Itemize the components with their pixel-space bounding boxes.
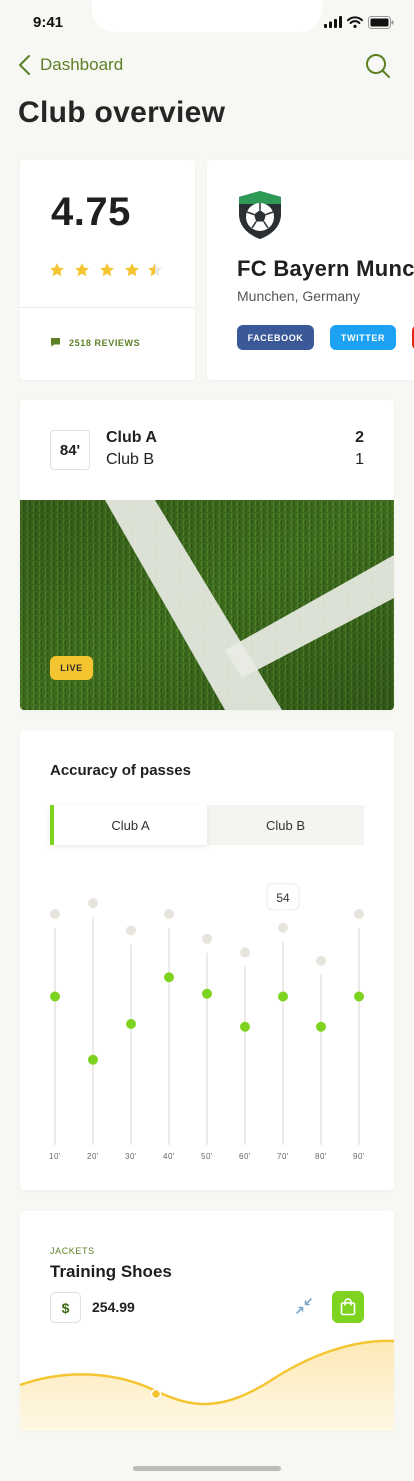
star-icon (75, 263, 89, 277)
team-a-score: 2 (355, 429, 364, 446)
team-b-name: Club B (106, 451, 155, 468)
chart-point-club-a (88, 1054, 98, 1065)
reviews-link[interactable]: 2518 REVIEWS (50, 337, 140, 348)
team-b-score: 1 (355, 451, 364, 468)
x-tick-label: 90' (353, 1152, 365, 1161)
chart-point-club-b (278, 922, 288, 933)
status-bar: 9:41 (0, 0, 414, 44)
nav-bar: Dashboard (0, 48, 414, 88)
signal-icon (324, 16, 342, 28)
chevron-left-icon (19, 55, 30, 75)
chart-point-club-b (126, 925, 136, 936)
star-rating (50, 263, 162, 277)
half-star-icon (148, 263, 162, 277)
status-time: 9:41 (33, 14, 64, 31)
chart-point-club-b (50, 909, 60, 919)
passes-chart-card: Accuracy of passes Club A Club B 10' 20' 3… (20, 730, 394, 1190)
star-icon (100, 263, 114, 277)
rating-card: 4.75 2518 REVIEWS (20, 160, 195, 380)
x-tick-label: 10' (49, 1152, 61, 1161)
x-tick-label: 50' (201, 1152, 213, 1161)
match-card[interactable]: 84' Club A Club B 2 1 LIVE (20, 400, 394, 710)
club-logo (239, 191, 281, 239)
chart-point-club-b (202, 933, 212, 944)
chart-point-club-b (354, 909, 364, 919)
star-icon (125, 263, 139, 277)
x-tick-label: 20' (87, 1152, 99, 1161)
product-card: JACKETS Training Shoes $ 254.99 (20, 1211, 394, 1431)
status-icons (324, 15, 394, 29)
tooltip-value: 54 (276, 891, 290, 905)
chart-point-club-a (126, 1019, 136, 1029)
tooltip-arrow (278, 909, 288, 915)
x-tick-label: 60' (239, 1152, 251, 1161)
product-category: JACKETS (50, 1246, 95, 1256)
collapse-button[interactable] (295, 1297, 313, 1320)
passes-chart: 10' 20' 30' 40' 50' 60' 70' 80' 90' 54 (49, 883, 365, 1161)
chart-point-club-b (240, 947, 250, 958)
wifi-icon (347, 16, 363, 28)
product-price: 254.99 (92, 1299, 135, 1315)
back-button[interactable]: Dashboard (18, 54, 123, 76)
back-label: Dashboard (40, 55, 124, 74)
x-tick-label: 80' (315, 1152, 327, 1161)
facebook-button[interactable]: FACEBOOK (237, 325, 314, 350)
collapse-arrows-icon (296, 1298, 312, 1314)
club-name: FC Bayern Munchen (237, 256, 414, 281)
match-minute: 84' (50, 430, 90, 470)
wave-marker (150, 1388, 162, 1400)
x-tick-label: 30' (125, 1152, 137, 1161)
team-a-name: Club A (106, 429, 157, 446)
chart-point-club-b (164, 909, 174, 919)
reviews-count: 2518 REVIEWS (69, 337, 141, 348)
x-tick-label: 70' (277, 1152, 289, 1161)
x-tick-label: 40' (163, 1152, 175, 1161)
notch (92, 0, 322, 32)
chart-point-club-a (164, 972, 174, 983)
page-title: Club overview (18, 96, 226, 129)
battery-icon (368, 15, 394, 29)
price-trend-wave (20, 1339, 394, 1431)
chart-point-club-a (202, 988, 212, 999)
home-indicator (133, 1466, 281, 1471)
star-icon (50, 263, 64, 277)
currency-icon: $ (50, 1292, 81, 1323)
shopping-bag-icon (340, 1298, 356, 1316)
twitter-button[interactable]: TWITTER (330, 325, 396, 350)
chart-point-club-b (316, 955, 326, 966)
search-icon (366, 54, 390, 78)
divider (20, 307, 195, 308)
comment-icon (51, 338, 60, 347)
search-button[interactable] (364, 52, 392, 85)
chart-point-club-a (354, 991, 364, 1002)
rating-value: 4.75 (51, 190, 131, 234)
chart-point-club-a (50, 991, 60, 1002)
club-location: Munchen, Germany (237, 288, 360, 304)
product-name: Training Shoes (50, 1262, 172, 1281)
club-card: FC Bayern Munchen Munchen, Germany FACEB… (207, 160, 414, 380)
chart-point-club-a (278, 991, 288, 1002)
live-badge: LIVE (50, 656, 93, 680)
chart-point-club-a (240, 1021, 250, 1032)
chart-point-club-b (88, 898, 98, 908)
add-to-cart-button[interactable] (332, 1291, 364, 1323)
chart-point-club-a (316, 1021, 326, 1032)
